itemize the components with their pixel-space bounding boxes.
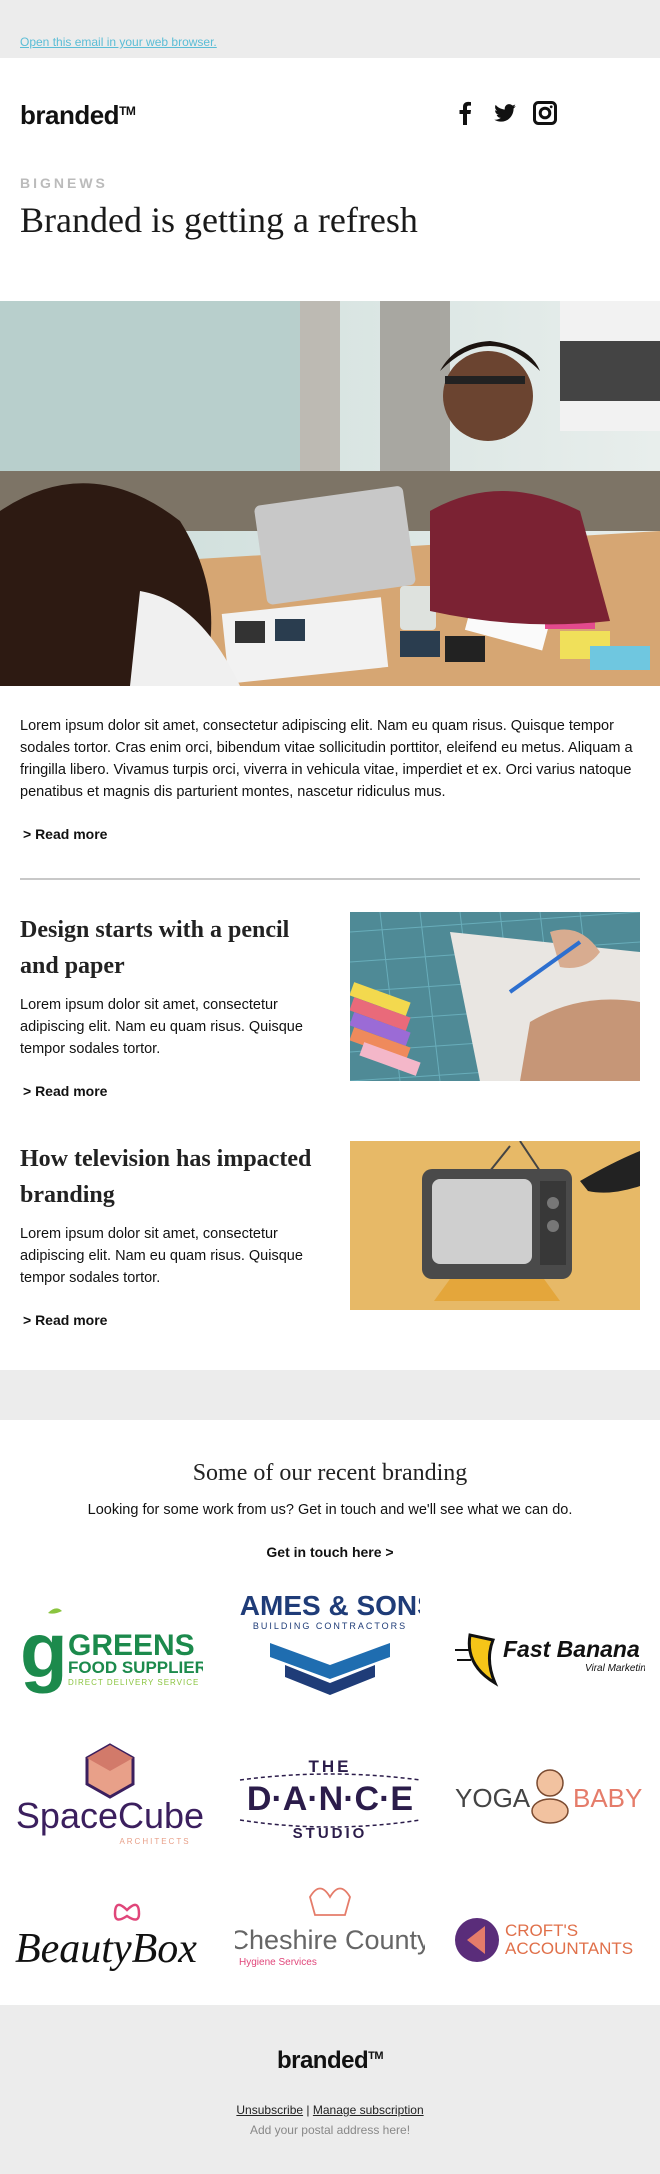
- social-links: [452, 100, 558, 126]
- branding-section: Some of our recent branding Looking for …: [0, 1420, 660, 2005]
- client-logo-dance-studio: THE D·A·N·C·E STUDIO: [235, 1745, 425, 1855]
- footer: brandedTM Unsubscribe | Manage subscript…: [0, 2005, 660, 2174]
- client-logo-greens: g GREENS FOOD SUPPLIERS DIRECT DELIVERY …: [15, 1595, 205, 1705]
- banana-line2: Viral Marketing: [585, 1663, 645, 1674]
- read-more-link[interactable]: > Read more: [23, 1083, 107, 1099]
- link-separator: |: [306, 2103, 310, 2117]
- view-in-browser-link[interactable]: Open this email in your web browser.: [20, 35, 217, 49]
- client-logo-fast-banana: Fast Banana Viral Marketing: [455, 1595, 645, 1705]
- divider: [20, 878, 640, 880]
- intro-text: Lorem ipsum dolor sit amet, consectetur …: [20, 718, 633, 800]
- unsubscribe-link[interactable]: Unsubscribe: [236, 2103, 303, 2117]
- dance-line2: STUDIO: [293, 1825, 368, 1842]
- article-body: Lorem ipsum dolor sit amet, consectetur …: [20, 1226, 303, 1286]
- dance-top: THE: [309, 1757, 352, 1776]
- beautybox-name: BeautyBox: [15, 1926, 197, 1972]
- section-subtitle: Looking for some work from us? Get in to…: [87, 1502, 573, 1518]
- footer-links: Unsubscribe | Manage subscription: [0, 2103, 660, 2117]
- preheader: Open this email in your web browser.: [0, 0, 660, 58]
- dance-name: D·A·N·C·E: [247, 1780, 413, 1818]
- yoga-left: YOGA: [455, 1783, 531, 1813]
- twitter-icon[interactable]: [492, 100, 518, 126]
- read-more-link[interactable]: > Read more: [23, 1312, 107, 1328]
- james-name: JAMES & SONS: [240, 1590, 420, 1621]
- brand-logo-tm: TM: [119, 104, 136, 118]
- client-logo-james-sons: JAMES & SONS BUILDING CONTRACTORS: [235, 1585, 425, 1695]
- james-line2: BUILDING CONTRACTORS: [253, 1621, 407, 1631]
- greens-letter: g: [20, 1606, 68, 1694]
- article-title: Design starts with a pencil and paper: [20, 917, 290, 979]
- article-title: How television has impacted branding: [20, 1146, 312, 1208]
- client-logo-cheshire-county: Cheshire County Hygiene Services: [235, 1875, 425, 1985]
- crofts-name: CROFT'S: [505, 1921, 578, 1940]
- article-body: Lorem ipsum dolor sit amet, consectetur …: [20, 997, 303, 1057]
- spacecube-name: SpaceCube: [16, 1795, 204, 1836]
- footer-logo[interactable]: brandedTM: [0, 2047, 660, 2075]
- section-title: Some of our recent branding: [192, 1460, 468, 1486]
- read-more-link[interactable]: > Read more: [23, 826, 107, 842]
- client-logo-crofts: CROFT'S ACCOUNTANTS: [455, 1885, 645, 1995]
- footer-logo-text: branded: [276, 2047, 369, 2074]
- client-logo-spacecube: SpaceCube ARCHITECTS: [15, 1740, 205, 1850]
- spacecube-line2: ARCHITECTS: [119, 1837, 190, 1846]
- manage-subscription-link[interactable]: Manage subscription: [313, 2103, 424, 2117]
- client-logo-beautybox: BeautyBox: [15, 1885, 205, 1995]
- greens-line3: DIRECT DELIVERY SERVICE: [68, 1678, 199, 1687]
- client-logo-yoga-baby: YOGA BABY: [455, 1740, 645, 1850]
- postal-address: Add your postal address here!: [249, 2123, 411, 2137]
- crofts-line2: ACCOUNTANTS: [505, 1939, 633, 1958]
- facebook-icon[interactable]: [452, 100, 478, 126]
- section-gap: [0, 1370, 660, 1420]
- cheshire-name: Cheshire County: [235, 1925, 425, 1955]
- hero-image: [0, 301, 660, 686]
- cheshire-line2: Hygiene Services: [239, 1957, 317, 1968]
- article-image: [350, 912, 640, 1081]
- kicker: BIGNEWS: [20, 175, 108, 191]
- brand-logo[interactable]: brandedTM: [20, 100, 136, 131]
- yoga-right: BABY: [573, 1783, 642, 1813]
- instagram-icon[interactable]: [532, 100, 558, 126]
- article-image: [350, 1141, 640, 1310]
- get-in-touch-link[interactable]: Get in touch here >: [0, 1544, 660, 1560]
- banana-name: Fast Banana: [503, 1636, 640, 1662]
- footer-logo-tm: TM: [368, 2050, 384, 2062]
- page-title: Branded is getting a refresh: [20, 200, 418, 240]
- brand-logo-text: branded: [20, 100, 120, 130]
- greens-line2: FOOD SUPPLIERS: [68, 1658, 203, 1677]
